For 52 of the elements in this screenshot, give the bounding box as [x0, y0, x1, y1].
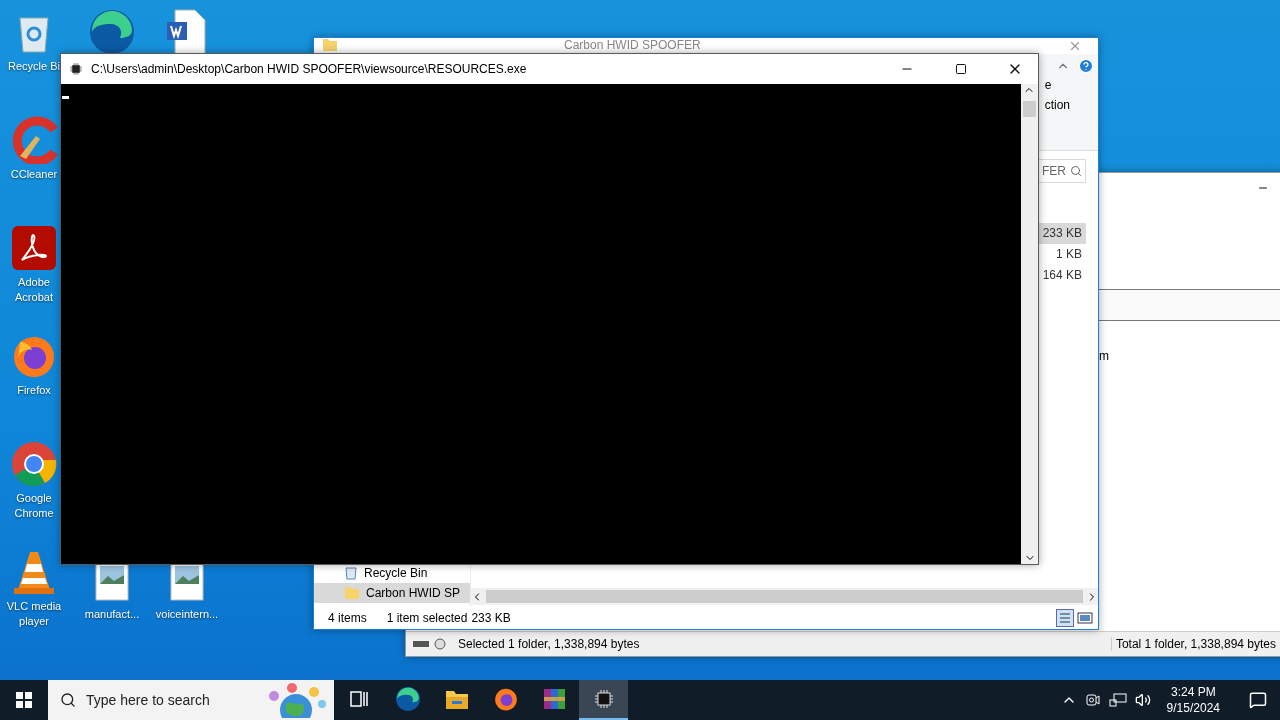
network-icon[interactable]	[1108, 692, 1127, 708]
nav-item[interactable]: Carbon HWID SP	[314, 583, 470, 603]
nav-item[interactable]: Recycle Bin	[314, 563, 470, 583]
vertical-scrollbar[interactable]	[1021, 84, 1038, 564]
windows-icon	[16, 692, 32, 708]
folder-icon	[344, 586, 360, 600]
chrome-icon	[10, 440, 58, 488]
search-icon	[1070, 165, 1082, 177]
close-icon	[1068, 39, 1082, 53]
scroll-thumb[interactable]	[486, 590, 1083, 603]
edge-icon[interactable]	[394, 686, 421, 712]
desktop-icon-label[interactable]: CCleaner	[10, 167, 58, 182]
column-header[interactable]: m	[1099, 349, 1109, 363]
desktop-icon-label[interactable]: Firefox	[17, 383, 51, 398]
status-text: Selected 1 folder, 1,338,894 bytes	[458, 637, 640, 651]
camera-icon[interactable]	[1084, 692, 1101, 708]
help-icon[interactable]	[1078, 58, 1094, 74]
scroll-thumb[interactable]	[1023, 101, 1036, 117]
desktop-icon-label[interactable]: Google Chrome	[4, 491, 64, 521]
file-size: 164 KB	[1041, 267, 1083, 284]
horizontal-scrollbar[interactable]	[471, 588, 1098, 605]
folder-icon[interactable]	[444, 688, 469, 710]
ribbon-label[interactable]: ction	[1044, 98, 1070, 112]
status-text: Total 1 folder, 1,338,894 bytes	[1110, 637, 1276, 651]
pdf-icon	[10, 224, 58, 272]
taskbar-search-field[interactable]: Type here to search	[48, 680, 334, 720]
firefox-icon[interactable]	[492, 686, 519, 712]
details-view-icon[interactable]	[1056, 609, 1074, 627]
notifications-icon[interactable]	[1249, 691, 1267, 709]
clock[interactable]: 3:24 PM 9/15/2024	[1158, 684, 1228, 716]
desktop-icon-label[interactable]: Adobe Acrobat	[4, 275, 64, 305]
desktop-icon-label[interactable]: VLC media player	[4, 599, 64, 629]
desktop-icon-label[interactable]: voiceintern...	[155, 607, 219, 622]
maximize-icon	[955, 63, 967, 75]
thumbnail-view-icon[interactable]	[1076, 609, 1094, 627]
item-count: 4 items	[328, 611, 367, 625]
edge-icon	[88, 8, 136, 56]
desktop-icon-label[interactable]: manufact...	[84, 607, 140, 622]
task-view-icon[interactable]	[348, 689, 369, 709]
search-icon	[60, 692, 76, 708]
window-title: C:\Users\admin\Desktop\Carbon HWID SPOOFER\viewsource\RESOURCES.exe	[91, 62, 528, 76]
chip-icon[interactable]	[592, 688, 615, 710]
file-size: 1 KB	[1055, 246, 1083, 263]
selection-info: 1 item selected	[386, 611, 468, 625]
volume-icon[interactable]	[1134, 692, 1151, 708]
ribbon-label[interactable]: e	[1044, 78, 1070, 92]
archive-books-icon[interactable]	[541, 686, 568, 712]
brush-icon	[10, 116, 58, 164]
window-title: Carbon HWID SPOOFER	[564, 38, 702, 52]
chip-icon	[69, 62, 83, 76]
desktop-icon-label[interactable]: Recycle Bi	[8, 59, 60, 74]
selection-size: 233 KB	[471, 611, 511, 625]
